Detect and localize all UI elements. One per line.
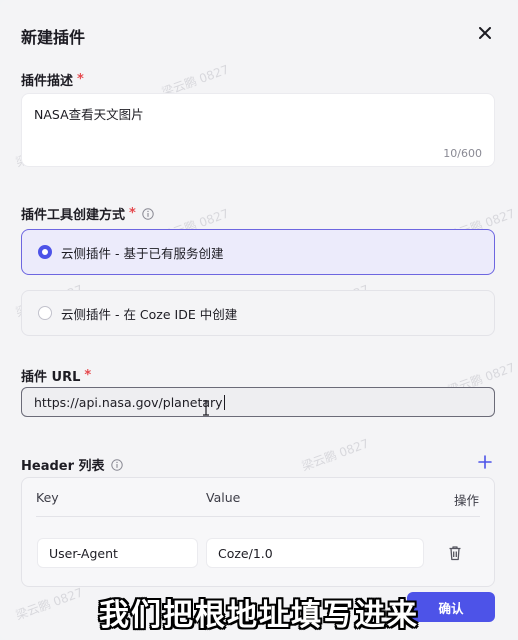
- required-mark: *: [77, 72, 84, 87]
- option-label: 云侧插件 - 在 Coze IDE 中创建: [61, 306, 238, 322]
- radio-unselected[interactable]: [38, 306, 52, 320]
- creation-method-label: 插件工具创建方式 *: [21, 204, 154, 223]
- option-existing-service[interactable]: 云侧插件 - 基于已有服务创建: [21, 229, 495, 275]
- header-value-value: Coze/1.0: [218, 545, 273, 561]
- url-label: 插件 URL *: [21, 366, 91, 385]
- url-label-text: 插件 URL: [21, 370, 81, 385]
- column-header-key: Key: [36, 490, 59, 505]
- dialog-title: 新建插件: [21, 28, 86, 47]
- description-label: 插件描述 *: [21, 70, 84, 89]
- info-icon[interactable]: [142, 207, 154, 220]
- option-coze-ide[interactable]: 云侧插件 - 在 Coze IDE 中创建: [21, 290, 495, 336]
- character-counter: 10/600: [443, 147, 482, 160]
- header-key-value: User-Agent: [49, 545, 118, 561]
- header-table: Key Value 操作 User-Agent Coze/1.0: [21, 477, 495, 587]
- add-header-button[interactable]: [476, 453, 494, 471]
- text-cursor-icon: [203, 400, 209, 416]
- video-subtitle: 我们把根地址填写进来: [99, 598, 419, 633]
- creation-method-label-text: 插件工具创建方式: [21, 208, 126, 223]
- close-button[interactable]: [476, 24, 494, 42]
- header-value-input[interactable]: Coze/1.0: [206, 538, 424, 568]
- header-key-input[interactable]: User-Agent: [37, 538, 198, 568]
- description-label-text: 插件描述: [21, 74, 74, 89]
- info-icon[interactable]: [110, 458, 123, 471]
- url-input[interactable]: https://api.nasa.gov/planetary: [21, 387, 495, 417]
- column-header-value: Value: [206, 490, 241, 505]
- url-value: https://api.nasa.gov/planetary: [34, 394, 223, 410]
- create-plugin-dialog: 梁云鹏 0827 梁云鹏 0827 梁云鹏 0827 梁云鹏 0827 梁云鹏 …: [0, 0, 518, 640]
- headers-label-text: Header 列表: [21, 459, 105, 474]
- delete-icon[interactable]: [448, 545, 462, 561]
- column-header-actions: 操作: [454, 493, 480, 508]
- radio-selected[interactable]: [38, 245, 52, 259]
- description-textarea[interactable]: NASA查看天文图片 10/600: [21, 93, 495, 167]
- required-mark: *: [129, 206, 136, 221]
- text-caret: [223, 394, 225, 410]
- headers-label: Header 列表: [21, 455, 123, 474]
- required-mark: *: [84, 368, 92, 383]
- description-value: NASA查看天文图片: [34, 107, 144, 122]
- close-icon: [479, 27, 491, 39]
- table-divider: [36, 516, 480, 517]
- option-label: 云侧插件 - 基于已有服务创建: [61, 245, 224, 261]
- watermark: 梁云鹏 0827: [299, 436, 371, 474]
